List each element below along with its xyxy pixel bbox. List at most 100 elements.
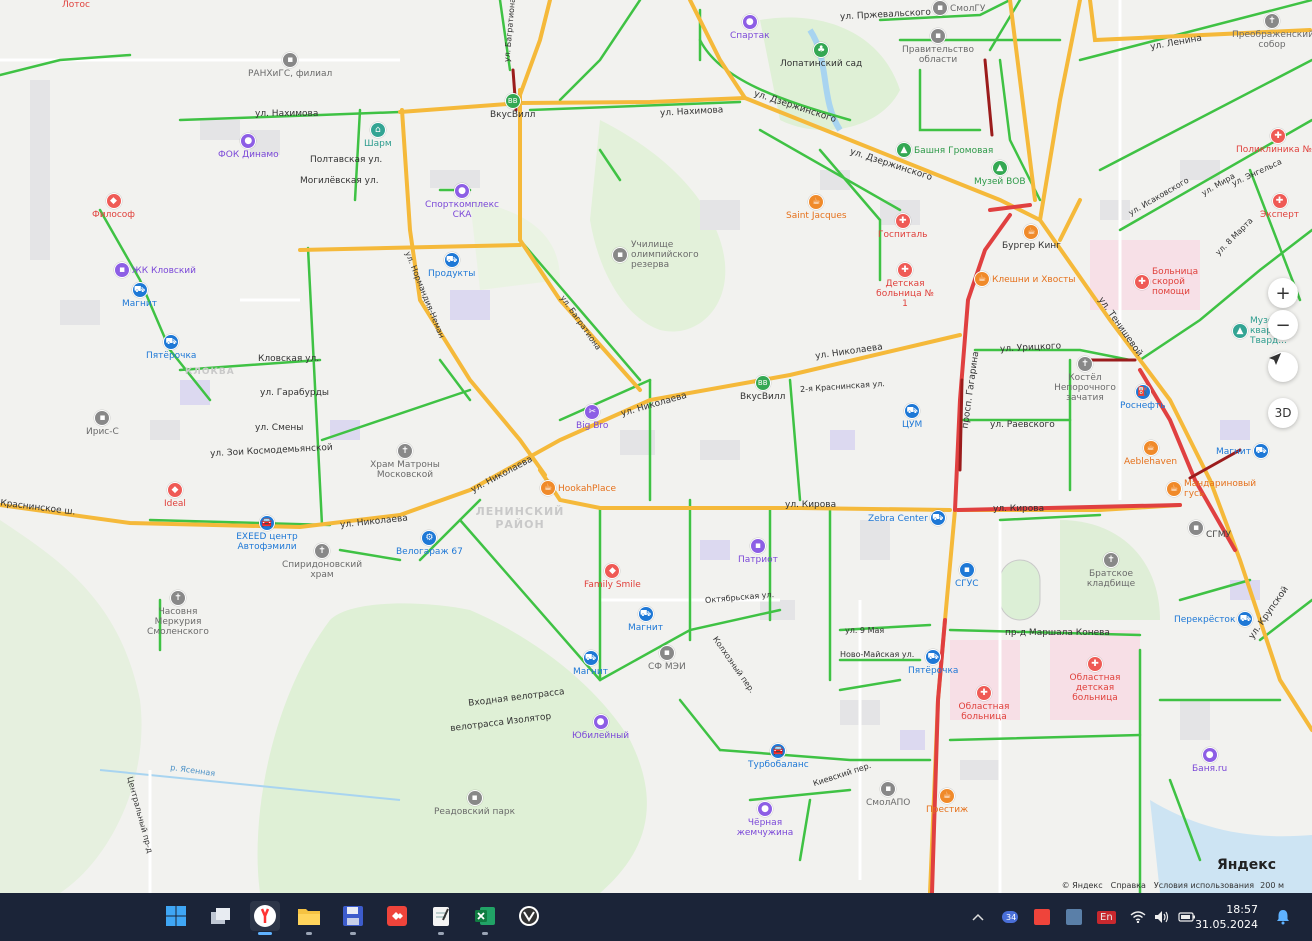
poi-obldetskaya[interactable]: ✚ Областная детская больница bbox=[1062, 656, 1128, 703]
clock[interactable]: 18:57 31.05.2024 bbox=[1195, 902, 1258, 932]
poi-smolapo[interactable]: ▪ СмолАПО bbox=[866, 781, 910, 808]
excel-button[interactable] bbox=[470, 901, 500, 935]
poi-lopatinsky[interactable]: ♣ Лопатинский сад bbox=[780, 42, 862, 69]
notepad-button[interactable] bbox=[426, 901, 456, 935]
poi-vkusvill-2[interactable]: ВВ ВкусВилл bbox=[740, 375, 785, 402]
help-link[interactable]: Справка bbox=[1111, 881, 1146, 890]
poi-iris[interactable]: ▪ Ирис-С bbox=[86, 410, 119, 437]
poi-bratskoe[interactable]: ✝ Братское кладбище bbox=[1083, 552, 1139, 589]
poi-saintjacques[interactable]: ☕ Saint Jacques bbox=[786, 194, 847, 221]
poi-ekspert[interactable]: ✚ Эксперт bbox=[1260, 193, 1299, 220]
poi-spartak[interactable]: ● Спартак bbox=[730, 14, 770, 41]
floppy-icon bbox=[343, 906, 363, 926]
poi-turbobalans[interactable]: 🚘 Турбобаланс bbox=[748, 743, 809, 770]
poi-chasovnya[interactable]: ✝ Часовня Меркурия Смоленского bbox=[138, 590, 218, 637]
tray-overflow-button[interactable] bbox=[972, 907, 984, 927]
poi-magnit-3[interactable]: ⛟ Магнит bbox=[573, 650, 608, 677]
poi-fok[interactable]: ● ФОК Динамо bbox=[218, 133, 279, 160]
save-app-button[interactable] bbox=[338, 901, 368, 935]
food-icon: ☕ bbox=[1166, 480, 1182, 497]
tray-anydesk-icon[interactable] bbox=[1034, 907, 1050, 927]
vivaldi-icon bbox=[519, 906, 539, 926]
3d-button[interactable]: 3D bbox=[1268, 398, 1298, 428]
poi-chernaya[interactable]: ● Чёрная жемчужина bbox=[735, 801, 795, 838]
poi-magnit-4[interactable]: Магнит ⛟ bbox=[1216, 443, 1269, 460]
poi-ranhigs[interactable]: ▪ РАНХиГС, филиал bbox=[248, 52, 332, 79]
poi-bolnitsa-skoroy[interactable]: ✚ Больница скорой помощи bbox=[1134, 267, 1222, 297]
poi-sportkompleks[interactable]: ● Спорткомплекс СКА bbox=[424, 183, 500, 220]
poi-spiridonovsky[interactable]: ✝ Спиридоновский храм bbox=[282, 543, 362, 580]
poi-aeblehaven[interactable]: ☕ Aeblehaven bbox=[1124, 440, 1177, 467]
locate-button[interactable] bbox=[1268, 352, 1298, 382]
network-app-icon bbox=[1066, 909, 1082, 925]
poi-detskaya-1[interactable]: ✚ Детская больница № 1 bbox=[872, 262, 938, 309]
poi-velogarazh[interactable]: ⚙ Велогараж 67 bbox=[396, 530, 463, 557]
battery-icon[interactable] bbox=[1178, 907, 1196, 927]
poi-bigbro[interactable]: ✂ Big Bro bbox=[576, 404, 608, 431]
poi-label: Zebra Center bbox=[868, 513, 928, 524]
poi-readovsky[interactable]: ▪ Реадовский парк bbox=[434, 790, 515, 817]
poi-familysmile[interactable]: ◆ Family Smile bbox=[584, 563, 641, 590]
poi-muzey[interactable]: ▲ Музей ВОВ bbox=[974, 160, 1026, 187]
poi-oblbolnitsa[interactable]: ✚ Областная больница bbox=[954, 685, 1014, 722]
zoom-in-button[interactable]: + bbox=[1268, 278, 1298, 308]
poi-vkusvill-1[interactable]: ВВ ВкусВилл bbox=[490, 93, 535, 120]
poi-gospital[interactable]: ✚ Госпиталь bbox=[878, 213, 928, 240]
poi-pravitelstvo[interactable]: ▪ Правительство области bbox=[900, 28, 976, 65]
cart-icon: ⛟ bbox=[163, 334, 180, 350]
vivaldi-button[interactable] bbox=[514, 901, 544, 931]
school-icon: ▪ bbox=[612, 246, 628, 263]
poi-smolgu[interactable]: ▪ СмолГУ bbox=[932, 0, 985, 17]
poi-kostel[interactable]: ✝ Костёл Непорочного зачатия bbox=[1050, 356, 1120, 403]
poi-sgus[interactable]: ▪ СГУС bbox=[955, 562, 979, 589]
poi-rosneft[interactable]: ⛽ Роснефть bbox=[1120, 384, 1166, 411]
street-label: Могилёвская ул. bbox=[300, 176, 379, 186]
file-explorer-button[interactable] bbox=[294, 901, 324, 935]
poi-magnit-1[interactable]: ⛟ Магнит bbox=[122, 282, 157, 309]
zoom-out-button[interactable]: − bbox=[1268, 310, 1298, 340]
map-canvas[interactable]: ЛЕНИНСКИЙ РАЙОН КЛОКВА ул. Нахимова ул. … bbox=[0, 0, 1312, 893]
poi-magnit-2[interactable]: ⛟ Магнит bbox=[628, 606, 663, 633]
poi-perekrestok[interactable]: Перекрёсток ⛟ bbox=[1174, 611, 1254, 628]
poi-zhk[interactable]: ▪ ЖК Кловский bbox=[114, 262, 196, 279]
poi-uchilishe[interactable]: ▪ Училище олимпийского резерва bbox=[612, 240, 701, 270]
poi-prestizh[interactable]: ☕ Престиж bbox=[926, 788, 968, 815]
poi-kleshni[interactable]: ☕ Клешни и Хвосты bbox=[974, 271, 1076, 288]
poi-pyaterochka-2[interactable]: ⛟ Пятёрочка bbox=[908, 649, 958, 676]
start-button[interactable] bbox=[161, 901, 191, 931]
task-view-button[interactable] bbox=[206, 901, 236, 931]
poi-preobrazhensky[interactable]: ✝ Преображенский собор bbox=[1232, 13, 1312, 50]
language-indicator[interactable]: En bbox=[1097, 907, 1116, 927]
poi-bashnya[interactable]: ▲ Башня Громовая bbox=[896, 142, 993, 159]
poi-filosof[interactable]: ◆ Философ bbox=[92, 193, 135, 220]
poi-mandarin[interactable]: ☕ Мандариновый гусь bbox=[1166, 479, 1256, 499]
poi-patriot[interactable]: ▪ Патриот bbox=[738, 538, 778, 565]
yandex-browser-button[interactable] bbox=[250, 901, 280, 935]
poi-produkty[interactable]: ⛟ Продукты bbox=[428, 252, 475, 279]
tray-network-app-icon[interactable] bbox=[1066, 907, 1082, 927]
clock-time: 18:57 bbox=[1226, 903, 1258, 916]
poi-sharm[interactable]: ⌂ Шарм bbox=[364, 122, 392, 149]
tray-app-badge[interactable]: 34 bbox=[1002, 907, 1018, 927]
anydesk-button[interactable] bbox=[382, 901, 412, 931]
poi-pyaterochka-1[interactable]: ⛟ Пятёрочка bbox=[146, 334, 196, 361]
poi-zebra[interactable]: Zebra Center ⛟ bbox=[868, 510, 946, 527]
volume-icon[interactable] bbox=[1154, 907, 1170, 927]
poi-poliklinika[interactable]: ✚ Поликлиника № 1 bbox=[1236, 128, 1312, 155]
poi-hookah[interactable]: ☕ HookahPlace bbox=[540, 480, 616, 497]
poi-sgmu[interactable]: ▪ СГМУ bbox=[1188, 516, 1231, 540]
scissors-icon: ✂ bbox=[584, 404, 601, 420]
poi-lotos[interactable]: Лотос bbox=[62, 0, 90, 10]
museum-icon: ▲ bbox=[991, 160, 1008, 176]
terms-link[interactable]: Условия использования bbox=[1154, 881, 1254, 890]
poi-banya[interactable]: ● Баня.ru bbox=[1192, 747, 1227, 774]
notifications-button[interactable] bbox=[1276, 907, 1290, 927]
poi-yubileyny[interactable]: ● Юбилейный bbox=[572, 714, 629, 741]
poi-label: ЦУМ bbox=[902, 420, 923, 430]
poi-burgerking[interactable]: ☕ Бургер Кинг bbox=[1002, 224, 1061, 251]
poi-ideal[interactable]: ◆ Ideal bbox=[164, 482, 186, 509]
poi-sfmei[interactable]: ▪ СФ МЭИ bbox=[648, 645, 686, 672]
poi-khram[interactable]: ✝ Храм Матроны Московской bbox=[365, 443, 445, 480]
wifi-icon[interactable] bbox=[1130, 907, 1146, 927]
poi-tsum[interactable]: ⛟ ЦУМ bbox=[902, 403, 922, 430]
